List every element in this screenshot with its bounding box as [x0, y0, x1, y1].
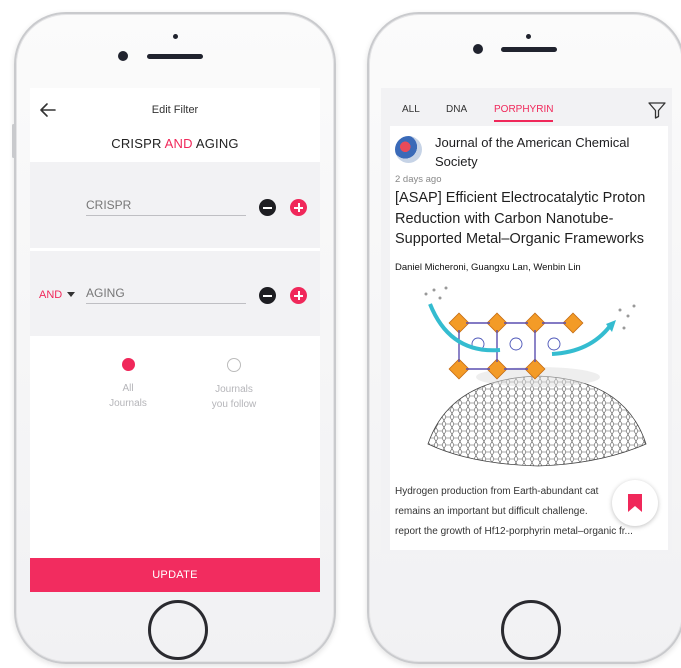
- feed-screen: ALL DNA PORPHYRIN Journal of the America…: [381, 88, 672, 554]
- bookmark-icon: [628, 494, 642, 512]
- add-term-button[interactable]: [290, 199, 307, 216]
- page-title: Edit Filter: [151, 104, 199, 116]
- article-title[interactable]: [ASAP] Efficient Electrocatalytic Proton…: [395, 188, 665, 250]
- article-card[interactable]: Journal of the American Chemical Society…: [390, 126, 668, 550]
- scope-option-followed-journals[interactable]: Journals you follow: [199, 358, 269, 412]
- filter-term-input[interactable]: CRISPR: [86, 198, 246, 216]
- query-operator: AND: [164, 136, 193, 151]
- query-term-1: CRISPR: [111, 136, 162, 151]
- caret-down-icon: [67, 292, 76, 297]
- operator-value: AND: [39, 289, 63, 301]
- update-button[interactable]: UPDATE: [30, 558, 320, 592]
- article-graphical-abstract: [424, 286, 647, 467]
- edit-filter-screen: Edit Filter CRISPR AND AGING CRISPR AND …: [30, 88, 320, 596]
- phone-frame-right: ALL DNA PORPHYRIN Journal of the America…: [367, 12, 681, 664]
- proximity-sensor: [526, 34, 531, 39]
- radio-selected[interactable]: [121, 358, 135, 371]
- radio-unselected[interactable]: [227, 358, 241, 372]
- home-button[interactable]: [148, 600, 208, 660]
- scope-label: Journals you follow: [211, 384, 257, 410]
- front-camera: [473, 44, 483, 54]
- query-term-2: AGING: [195, 136, 239, 151]
- filter-icon[interactable]: [647, 100, 667, 120]
- filter-row-1: CRISPR: [30, 162, 320, 248]
- filter-query-summary: CRISPR AND AGING: [30, 136, 320, 151]
- tab-all[interactable]: ALL: [402, 104, 420, 115]
- scope-label: All Journals: [109, 383, 147, 409]
- operator-dropdown[interactable]: AND: [39, 289, 76, 301]
- earpiece-speaker: [147, 54, 203, 59]
- phone-frame-left: Edit Filter CRISPR AND AGING CRISPR AND …: [12, 12, 336, 664]
- front-camera: [118, 51, 128, 61]
- tab-dna[interactable]: DNA: [446, 104, 467, 115]
- tab-porphyrin[interactable]: PORPHYRIN: [494, 104, 554, 122]
- add-term-button[interactable]: [290, 287, 307, 304]
- article-timestamp: 2 days ago: [395, 174, 442, 185]
- journal-scope-panel: All Journals Journals you follow: [30, 336, 320, 560]
- filter-row-2: AND AGING: [30, 251, 320, 336]
- topic-tabs: ALL DNA PORPHYRIN: [381, 88, 672, 126]
- bookmark-button[interactable]: [612, 480, 658, 526]
- filter-term-input[interactable]: AGING: [86, 286, 246, 304]
- remove-term-button[interactable]: [259, 287, 276, 304]
- scope-option-all-journals[interactable]: All Journals: [93, 358, 163, 411]
- edit-filter-header: Edit Filter CRISPR AND AGING: [30, 88, 320, 162]
- proximity-sensor: [173, 34, 178, 39]
- remove-term-button[interactable]: [259, 199, 276, 216]
- article-authors: Daniel Micheroni, Guangxu Lan, Wenbin Li…: [395, 262, 581, 273]
- home-button[interactable]: [501, 600, 561, 660]
- journal-name[interactable]: Journal of the American Chemical Society: [435, 133, 635, 171]
- journal-logo: [395, 136, 422, 163]
- volume-button: [12, 124, 15, 158]
- earpiece-speaker: [501, 47, 557, 52]
